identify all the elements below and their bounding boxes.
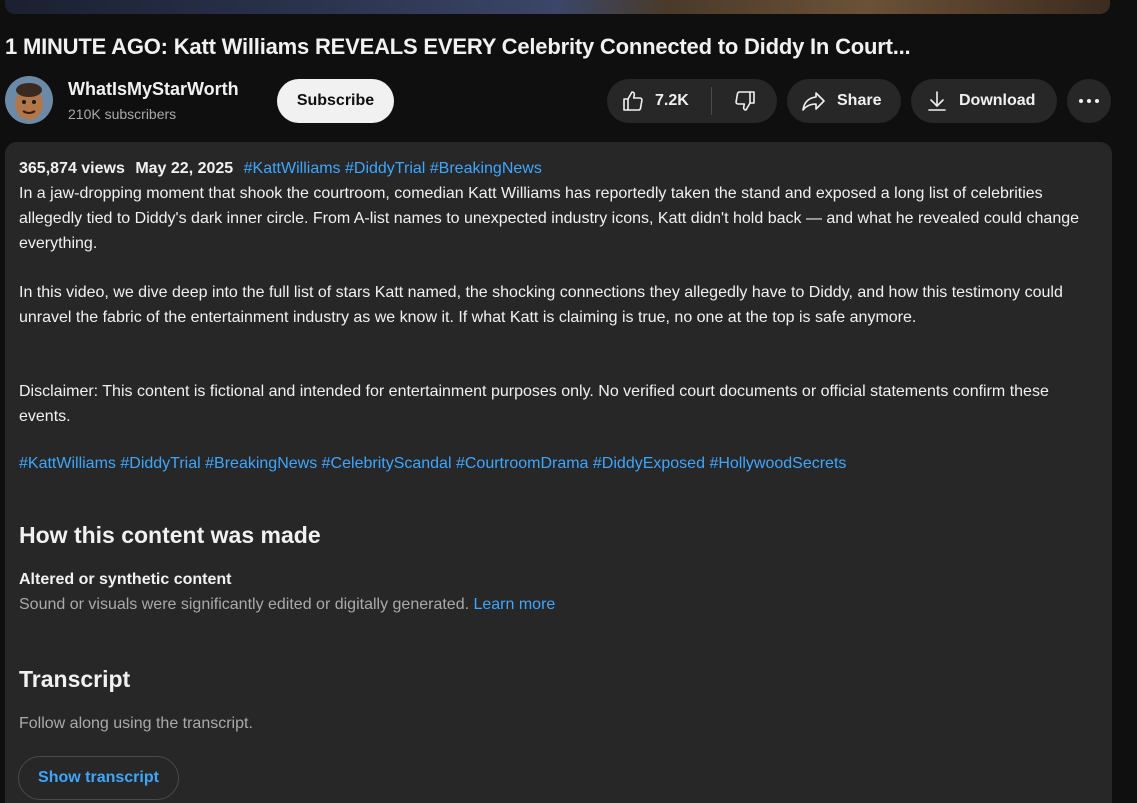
- altered-content-description: Sound or visuals were significantly edit…: [19, 596, 555, 614]
- description-paragraph-1: In a jaw-dropping moment that shook the …: [19, 185, 1080, 252]
- download-button[interactable]: Download: [911, 79, 1057, 123]
- upload-date: May 22, 2025: [135, 160, 234, 177]
- top-hashtag[interactable]: #BreakingNews: [430, 160, 542, 177]
- channel-avatar[interactable]: [5, 76, 53, 124]
- altered-content-label: Altered or synthetic content: [19, 571, 232, 588]
- how-made-heading: How this content was made: [19, 522, 321, 548]
- view-count: 365,874 views: [19, 160, 125, 177]
- download-icon: [927, 90, 947, 112]
- description-panel[interactable]: 365,874 views May 22, 2025 #KattWilliams…: [5, 142, 1112, 803]
- more-actions-button[interactable]: [1067, 79, 1111, 123]
- more-horizontal-icon: [1078, 98, 1100, 104]
- subscriber-count: 210K subscribers: [68, 106, 177, 122]
- thumbs-up-icon: [621, 89, 645, 113]
- altered-content-text: Sound or visuals were significantly edit…: [19, 596, 470, 613]
- subscribe-button[interactable]: Subscribe: [277, 79, 394, 123]
- show-transcript-button[interactable]: Show transcript: [18, 756, 179, 800]
- description-hashtags: #KattWilliams #DiddyTrial #BreakingNews …: [19, 455, 846, 473]
- transcript-heading: Transcript: [19, 666, 131, 692]
- video-watch-page: 1 MINUTE AGO: Katt Williams REVEALS EVER…: [0, 0, 1137, 803]
- hashtag-link[interactable]: #CourtroomDrama: [456, 455, 588, 472]
- share-button[interactable]: Share: [787, 79, 901, 123]
- top-hashtag[interactable]: #DiddyTrial: [345, 160, 425, 177]
- share-arrow-icon: [801, 89, 827, 113]
- video-player-bottom-edge[interactable]: [5, 0, 1110, 14]
- channel-name[interactable]: WhatIsMyStarWorth: [68, 79, 239, 100]
- top-hashtags: #KattWilliams #DiddyTrial #BreakingNews: [244, 160, 542, 177]
- share-label: Share: [837, 92, 882, 109]
- dislike-button[interactable]: [712, 79, 777, 123]
- hashtag-link[interactable]: #DiddyTrial: [120, 455, 200, 472]
- hashtag-link[interactable]: #CelebrityScandal: [322, 455, 452, 472]
- hashtag-link[interactable]: #KattWilliams: [19, 455, 116, 472]
- transcript-description: Follow along using the transcript.: [19, 715, 253, 732]
- description-disclaimer: Disclaimer: This content is fictional an…: [19, 383, 1049, 425]
- thumbs-down-icon: [733, 89, 757, 113]
- description-paragraph-2: In this video, we dive deep into the ful…: [19, 284, 1063, 326]
- hashtag-link[interactable]: #BreakingNews: [205, 455, 317, 472]
- description-meta: 365,874 views May 22, 2025 #KattWilliams…: [19, 160, 542, 178]
- channel-action-row: WhatIsMyStarWorth 210K subscribers Subsc…: [0, 76, 1137, 126]
- like-button[interactable]: 7.2K: [607, 79, 697, 123]
- hashtag-link[interactable]: #HollywoodSecrets: [709, 455, 846, 472]
- like-count: 7.2K: [655, 92, 689, 109]
- learn-more-link[interactable]: Learn more: [473, 596, 555, 613]
- like-dislike-group: 7.2K: [607, 79, 777, 123]
- hashtag-link[interactable]: #DiddyExposed: [593, 455, 705, 472]
- download-label: Download: [959, 92, 1036, 109]
- video-title: 1 MINUTE AGO: Katt Williams REVEALS EVER…: [5, 34, 911, 59]
- avatar-face-icon: [5, 76, 53, 124]
- top-hashtag[interactable]: #KattWilliams: [244, 160, 341, 177]
